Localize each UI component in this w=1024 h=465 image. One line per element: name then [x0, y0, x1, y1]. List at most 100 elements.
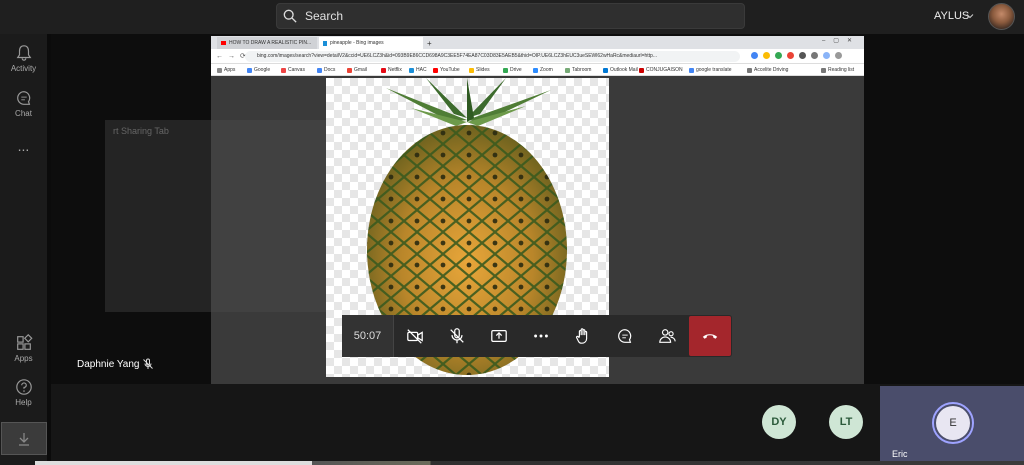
pineapple-crown: [386, 78, 551, 126]
menu-icon[interactable]: [835, 52, 842, 59]
rail-help[interactable]: Help: [0, 378, 47, 407]
rail-label: Help: [15, 398, 32, 407]
bookmark-item[interactable]: Gmail: [347, 67, 367, 73]
chat-icon: [16, 91, 30, 105]
bookmark-label: Apps: [224, 67, 236, 73]
user-avatar[interactable]: [988, 3, 1015, 30]
participants-button[interactable]: [646, 315, 688, 357]
bookmark-icon: [639, 67, 644, 73]
browser-tab-title: HOW TO DRAW A REALISTIC PIN...: [229, 40, 312, 46]
bookmark-icon: [381, 67, 386, 73]
browser-tab[interactable]: HOW TO DRAW A REALISTIC PIN...: [217, 37, 317, 49]
bookmark-icon: [503, 67, 508, 73]
mic-muted-icon: [450, 328, 464, 344]
bookmark-label: CONJUGAISON: [646, 67, 683, 73]
search-input[interactable]: Search: [305, 9, 343, 23]
bookmark-item[interactable]: Tabroom: [565, 67, 591, 73]
extension-icon[interactable]: [787, 52, 794, 59]
bookmark-item[interactable]: Canvas: [281, 67, 305, 73]
new-tab-button[interactable]: +: [423, 37, 435, 49]
bookmark-item[interactable]: Docs: [317, 67, 335, 73]
bookmark-icon: [603, 67, 608, 73]
bookmark-icon: [533, 67, 538, 73]
bookmark-label: Drive: [510, 67, 522, 73]
bookmark-icon: [469, 67, 474, 73]
ellipsis-icon: [534, 334, 548, 338]
browser-tab-strip: HOW TO DRAW A REALISTIC PIN... pineapple…: [211, 36, 864, 49]
raise-hand-button[interactable]: [562, 315, 604, 357]
bookmarks-bar: Apps Google Canvas Docs Gmail Netflix HAC YouTu…: [211, 64, 864, 76]
app-rail: Activity Chat ... Apps Help: [0, 34, 47, 465]
bookmark-item[interactable]: google translate: [689, 67, 732, 73]
bookmark-item[interactable]: Slides: [469, 67, 490, 73]
share-screen-button[interactable]: [478, 315, 520, 357]
presenter-name: Daphnie Yang: [77, 359, 140, 370]
rail-activity[interactable]: Activity: [0, 44, 47, 73]
call-controls-bar: 50:07: [342, 315, 732, 357]
share-tray-icon: [491, 329, 507, 343]
bookmark-label: Netflix: [388, 67, 402, 73]
rail-apps[interactable]: Apps: [0, 334, 47, 363]
bing-icon: [323, 40, 327, 46]
bell-icon: [16, 45, 31, 61]
bookmark-item[interactable]: Reading list: [821, 67, 854, 73]
sharing-hint-text: rt Sharing Tab: [113, 126, 169, 136]
top-bar: Search AYLUS: [0, 0, 1024, 34]
mic-button[interactable]: [436, 315, 478, 357]
profile-icon[interactable]: [823, 52, 830, 59]
call-timer: 50:07: [342, 315, 394, 357]
bookmark-label: Canvas: [288, 67, 305, 73]
sharing-overlay-panel: rt Sharing Tab: [105, 120, 330, 312]
bookmark-item[interactable]: YouTube: [433, 67, 460, 73]
bookmark-item[interactable]: Zoom: [533, 67, 553, 73]
extension-icon[interactable]: [751, 52, 758, 59]
bookmark-item[interactable]: Apps: [217, 67, 235, 73]
taskbar-strip: [35, 461, 1024, 465]
bookmark-item[interactable]: Accelite Driving: [747, 67, 788, 73]
rail-label: Apps: [14, 354, 33, 363]
extension-icon[interactable]: [799, 52, 806, 59]
phone-hangup-icon: [702, 334, 718, 339]
camera-button[interactable]: [394, 315, 436, 357]
user-name[interactable]: AYLUS: [934, 10, 969, 22]
extension-icons[interactable]: [751, 52, 842, 61]
more-actions-button[interactable]: [520, 315, 562, 357]
bookmark-item[interactable]: Outlook Mail: [603, 67, 638, 73]
bookmark-icon: [747, 67, 752, 73]
browser-tab-active[interactable]: pineapple - Bing images: [319, 37, 423, 49]
rail-more[interactable]: ...: [0, 138, 47, 154]
bookmark-icon: [217, 67, 222, 73]
more-icon: ...: [17, 138, 30, 154]
url-input[interactable]: bing.com/images/search?view=detailV2&cci…: [245, 51, 740, 62]
extension-icon[interactable]: [775, 52, 782, 59]
extension-icon[interactable]: [763, 52, 770, 59]
bookmark-label: Slides: [476, 67, 490, 73]
hang-up-button[interactable]: [689, 316, 731, 356]
youtube-icon: [221, 41, 226, 45]
participant-avatar[interactable]: DY: [762, 405, 796, 439]
bookmark-item[interactable]: Drive: [503, 67, 522, 73]
chat-button[interactable]: [604, 315, 646, 357]
bookmark-label: Docs: [324, 67, 336, 73]
window-controls[interactable]: –▢✕: [822, 37, 860, 44]
bookmark-item[interactable]: HAC: [409, 67, 427, 73]
bookmark-label: Reading list: [828, 67, 855, 73]
bookmark-item[interactable]: CONJUGAISON: [639, 67, 683, 73]
bookmark-icon: [247, 67, 252, 73]
download-button[interactable]: [1, 422, 47, 455]
rail-chat[interactable]: Chat: [0, 89, 47, 118]
search-icon: [283, 9, 297, 23]
bookmark-icon: [409, 67, 414, 73]
puzzle-icon[interactable]: [811, 52, 818, 59]
participant-avatar: E: [936, 406, 970, 440]
chevron-down-icon[interactable]: [966, 12, 974, 20]
participant-tile-eric[interactable]: E Eric: [880, 386, 1024, 465]
teams-call-window: Search AYLUS Activity Chat ... Apps Help…: [0, 0, 1024, 465]
participant-avatar[interactable]: LT: [829, 405, 863, 439]
camera-off-icon: [407, 329, 423, 344]
chat-icon: [618, 329, 632, 343]
search-box[interactable]: Search: [276, 3, 745, 29]
bookmark-item[interactable]: Google: [247, 67, 270, 73]
bookmark-item[interactable]: Netflix: [381, 67, 402, 73]
raise-hand-icon: [576, 328, 588, 344]
